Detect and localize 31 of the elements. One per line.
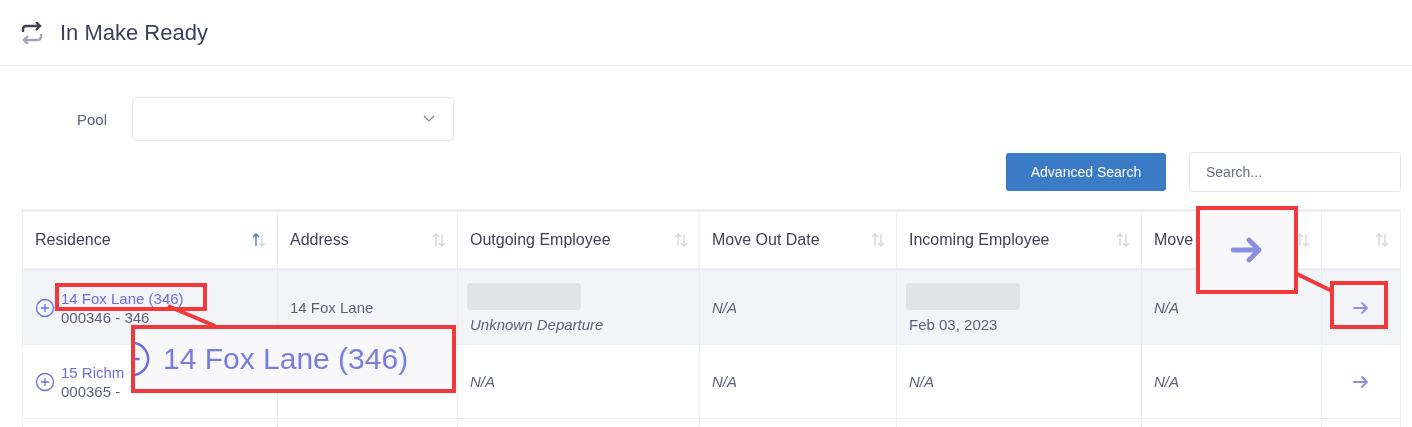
residence-code: 000346 - 346 [61,308,151,326]
table-cell-text: 14 Fox Lane [290,299,375,316]
column-label[interactable]: Move [1154,231,1194,249]
search-field[interactable]: Search... [1189,152,1401,192]
expand-icon[interactable] [35,371,55,392]
table-cell-text: N/A [712,373,738,390]
residence-code: 000365 - [61,382,122,400]
expand-icon[interactable] [35,297,55,318]
table-cell-text: N/A [470,373,496,390]
column-label[interactable]: Residence [35,231,111,249]
highlight-frame [1330,281,1388,329]
advanced-search-button[interactable]: Advanced Search [1006,153,1166,191]
column-label[interactable]: Outgoing Employee [470,231,611,249]
table-cell-text: N/A [1154,299,1180,316]
column-label[interactable]: Address [290,231,349,249]
page-title: In Make Ready [60,19,208,46]
sort-icon[interactable] [1295,232,1311,248]
table-cell-text: N/A [909,373,935,390]
callout-text: 14 Fox Lane (346) [163,342,409,376]
residence-link[interactable]: 14 Fox Lane (346) [61,289,184,307]
table-cell-text: Unknown Departure [470,315,605,333]
table-cell-text: Feb 03, 2023 [909,315,999,333]
field-label: Pool [77,110,108,128]
chevron-down-icon [423,115,436,123]
table-cell-text: N/A [712,299,738,316]
residence-link[interactable]: 15 Richm [61,363,125,381]
repeat-icon [20,21,44,44]
column-label[interactable]: Incoming Employee [909,231,1050,249]
sort-icon[interactable] [251,232,267,248]
table-cell-text: N/A [1154,373,1180,390]
column-label[interactable]: Move Out Date [712,231,820,249]
